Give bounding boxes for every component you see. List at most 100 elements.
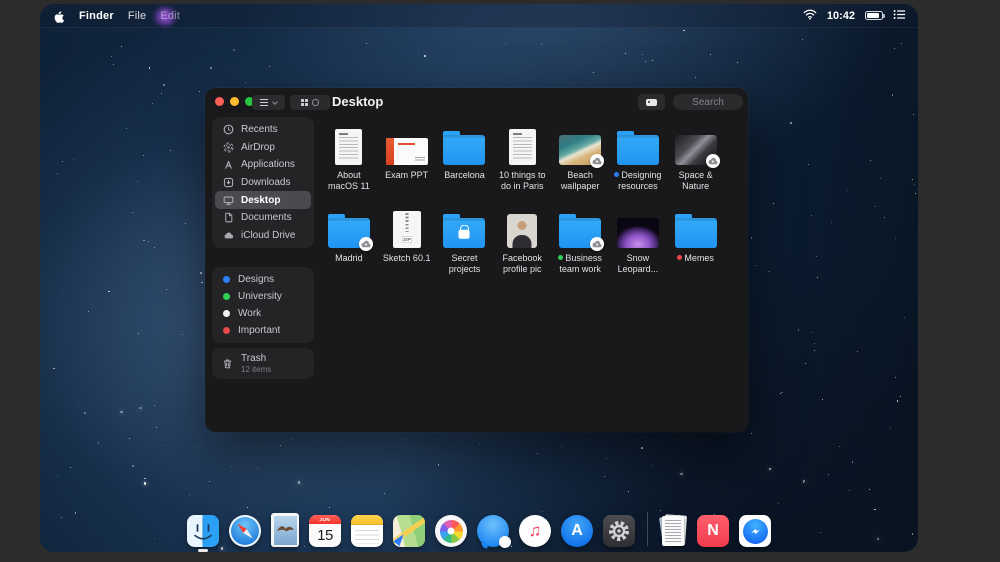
sidebar-tag-designs[interactable]: Designs [212, 271, 314, 288]
dock: JUN 15 ♫ A N [187, 512, 771, 552]
star [120, 45, 122, 47]
star [233, 49, 235, 51]
notification-center-icon[interactable] [893, 7, 906, 25]
sidebar-item-documents[interactable]: Documents [215, 209, 311, 227]
star [132, 212, 134, 214]
search-input[interactable] [673, 94, 743, 110]
clock-time: 10:42 [826, 9, 855, 22]
sidebar-item-airdrop[interactable]: AirDrop [215, 139, 311, 157]
sidebar-item-label: Desktop [241, 194, 281, 206]
sidebar-item-trash[interactable]: Trash 12 items [212, 348, 314, 379]
star [625, 52, 626, 54]
sidebar-tag-important[interactable]: Important [212, 322, 314, 339]
document-icon [508, 129, 536, 165]
dock-item-photo-bird[interactable] [271, 513, 299, 547]
menu-item-edit[interactable]: Edit [160, 10, 180, 22]
ppt-subtext-lines [414, 157, 425, 162]
downloads-icon [223, 177, 234, 188]
dock-item-settings[interactable] [603, 515, 635, 547]
star [683, 29, 685, 32]
menu-item-file[interactable]: File [128, 10, 147, 22]
file-item-secret-projects[interactable]: Secret projects [436, 204, 494, 287]
star [831, 222, 833, 224]
star [154, 247, 155, 249]
icloud-download-badge-icon [590, 237, 605, 251]
file-label: Beach wallpaper [560, 170, 600, 191]
star [97, 442, 100, 444]
dock-item-music[interactable]: ♫ [519, 515, 551, 547]
icloud-download-badge-icon [590, 154, 605, 168]
file-item-memes[interactable]: Memes [667, 204, 725, 287]
notes-icon [351, 515, 383, 547]
image-thumbnail-person [507, 214, 538, 248]
minimize-button[interactable] [230, 97, 239, 106]
dock-item-photos[interactable] [435, 515, 467, 547]
sidebar-item-applications[interactable]: Applications [215, 156, 311, 174]
traffic-lights [215, 97, 254, 106]
navigation-arrow-icon [393, 531, 407, 547]
file-item-space-nature[interactable]: Space & Nature [667, 121, 725, 204]
dock-item-maps[interactable] [393, 515, 425, 547]
star [139, 406, 142, 409]
file-item-sketch-60-1[interactable]: ZIP Sketch 60.1 [378, 204, 436, 287]
file-item-snow-leopard[interactable]: Snow Leopard... [609, 204, 667, 287]
star [148, 67, 151, 69]
dock-item-finder[interactable] [187, 515, 219, 552]
list-view-button[interactable] [252, 95, 285, 110]
star [84, 412, 86, 414]
star [143, 239, 145, 242]
tag-button[interactable] [638, 94, 665, 110]
wifi-icon[interactable] [803, 7, 817, 25]
file-label: Barcelona [444, 170, 485, 180]
file-item-beach-wallpaper[interactable]: Beach wallpaper [551, 121, 609, 204]
dock-item-news[interactable]: N [697, 515, 729, 547]
file-item-designing-resources[interactable]: Designing resources [609, 121, 667, 204]
battery-icon[interactable] [865, 11, 885, 20]
file-item-business-team-work[interactable]: Business team work [551, 204, 609, 287]
view-options-button[interactable] [290, 95, 330, 110]
dock-item-messenger[interactable] [739, 515, 771, 547]
file-item-facebook-profile-pic[interactable]: Facebook profile pic [493, 204, 551, 287]
file-icon-wrap [327, 204, 373, 251]
dock-item-calendar[interactable]: JUN 15 [309, 515, 341, 547]
file-item-about-macos-11[interactable]: About macOS 11 [320, 121, 378, 204]
sidebar-item-recents[interactable]: Recents [215, 121, 311, 139]
dock-item-safari[interactable] [229, 515, 261, 547]
messages-icon [477, 515, 511, 548]
sidebar-item-icloud-drive[interactable]: iCloud Drive [215, 227, 311, 245]
star [188, 494, 190, 496]
star [169, 149, 171, 151]
menu-item-finder[interactable]: Finder [79, 10, 114, 22]
star [895, 376, 896, 378]
dock-item-messages[interactable] [477, 515, 511, 548]
sidebar-item-downloads[interactable]: Downloads [215, 174, 311, 192]
window-title: Desktop [332, 94, 384, 109]
ppt-title-line [397, 143, 415, 146]
document-icon [335, 129, 363, 165]
dock-item-notes[interactable] [351, 515, 383, 547]
sidebar-tag-university[interactable]: University [212, 288, 314, 305]
star [803, 482, 805, 484]
dock-item-app-store[interactable]: A [561, 515, 593, 547]
file-item-barcelona[interactable]: Barcelona [436, 121, 494, 204]
sidebar-tag-work[interactable]: Work [212, 305, 314, 322]
star [137, 180, 139, 182]
star [814, 342, 816, 344]
close-button[interactable] [215, 97, 224, 106]
star [819, 532, 821, 534]
star [879, 177, 881, 179]
file-item-10-things-to-do-in-paris[interactable]: 10 things to do in Paris [493, 121, 551, 204]
star [874, 508, 876, 511]
sidebar-item-desktop[interactable]: Desktop [215, 191, 311, 209]
file-icon-wrap: ZIP [392, 204, 421, 248]
file-item-exam-ppt[interactable]: Exam PPT [378, 121, 436, 204]
star [137, 333, 139, 335]
file-label: About macOS 11 [327, 170, 370, 191]
calendar-month: JUN [309, 515, 341, 524]
star [128, 437, 130, 439]
apple-logo-icon[interactable] [52, 9, 65, 23]
star [56, 475, 58, 477]
star [736, 61, 738, 63]
file-item-madrid[interactable]: Madrid [320, 204, 378, 287]
dock-item-documents-stack[interactable] [659, 514, 688, 547]
